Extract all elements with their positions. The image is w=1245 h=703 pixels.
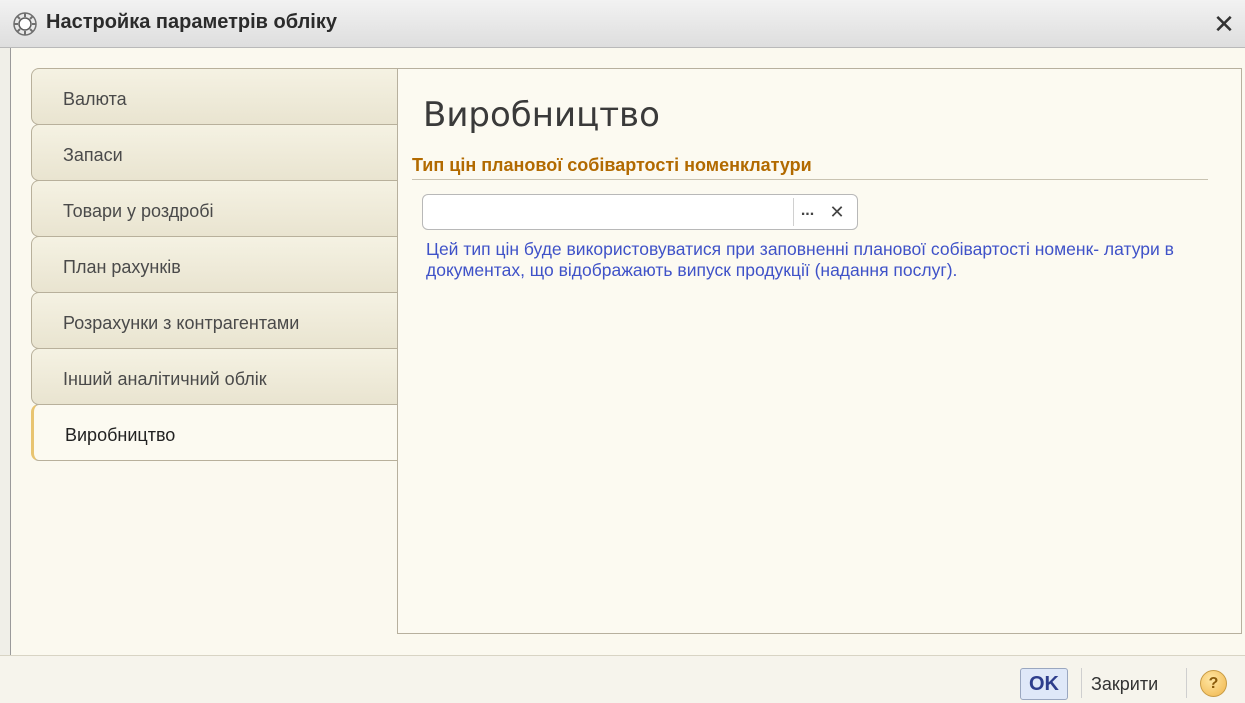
settings-gear-icon: [13, 12, 37, 36]
price-type-input[interactable]: [427, 198, 787, 226]
group-header: Тип цін планової собівартості номенклату…: [412, 155, 812, 175]
tab-label: Розрахунки з контрагентами: [63, 313, 300, 333]
tab-inshyi-analitychnyi-oblik[interactable]: Інший аналітичний облік: [31, 348, 407, 405]
tab-zapasy[interactable]: Запаси: [31, 124, 407, 181]
separator: [1186, 668, 1187, 698]
tab-label: Товари у роздробі: [63, 201, 214, 221]
hint-text: Цей тип цін буде використовуватися при з…: [426, 239, 1174, 280]
tab-plan-rakhunkiv[interactable]: План рахунків: [31, 236, 407, 293]
clear-button[interactable]: ✕: [823, 198, 851, 226]
section-title: Виробництво: [423, 95, 660, 135]
title-bar: Настройка параметрів обліку ✕: [0, 0, 1245, 48]
help-icon: ?: [1208, 675, 1219, 692]
select-button[interactable]: ...: [793, 198, 821, 226]
tab-valuta[interactable]: Валюта: [31, 68, 407, 125]
tab-label: Інший аналітичний облік: [63, 369, 267, 389]
close-button[interactable]: Закрити: [1091, 674, 1158, 695]
close-window-button[interactable]: ✕: [1207, 8, 1241, 40]
help-button[interactable]: ?: [1200, 670, 1227, 697]
tab-tovary-u-rozdrobi[interactable]: Товари у роздробі: [31, 180, 407, 237]
tab-label: Валюта: [63, 89, 127, 109]
tab-rozrakhunky-z-kontragentamy[interactable]: Розрахунки з контрагентами: [31, 292, 407, 349]
ok-button[interactable]: OK: [1020, 668, 1068, 700]
tab-label: План рахунків: [63, 257, 181, 277]
tab-label: Запаси: [63, 145, 123, 165]
separator: [1081, 668, 1082, 698]
dialog-body: Валюта Запаси Товари у роздробі План рах…: [10, 48, 1245, 655]
window-title: Настройка параметрів обліку: [46, 11, 337, 33]
footer-bar: OK Закрити ?: [0, 655, 1245, 703]
price-type-field: ... ✕: [422, 194, 858, 230]
content-panel: Виробництво Тип цін планової собівартост…: [397, 68, 1242, 634]
tab-vyrobnytstvo[interactable]: Виробництво: [31, 404, 407, 461]
close-icon: ✕: [1213, 9, 1235, 39]
group-divider: [412, 179, 1208, 180]
tab-label: Виробництво: [65, 425, 176, 445]
